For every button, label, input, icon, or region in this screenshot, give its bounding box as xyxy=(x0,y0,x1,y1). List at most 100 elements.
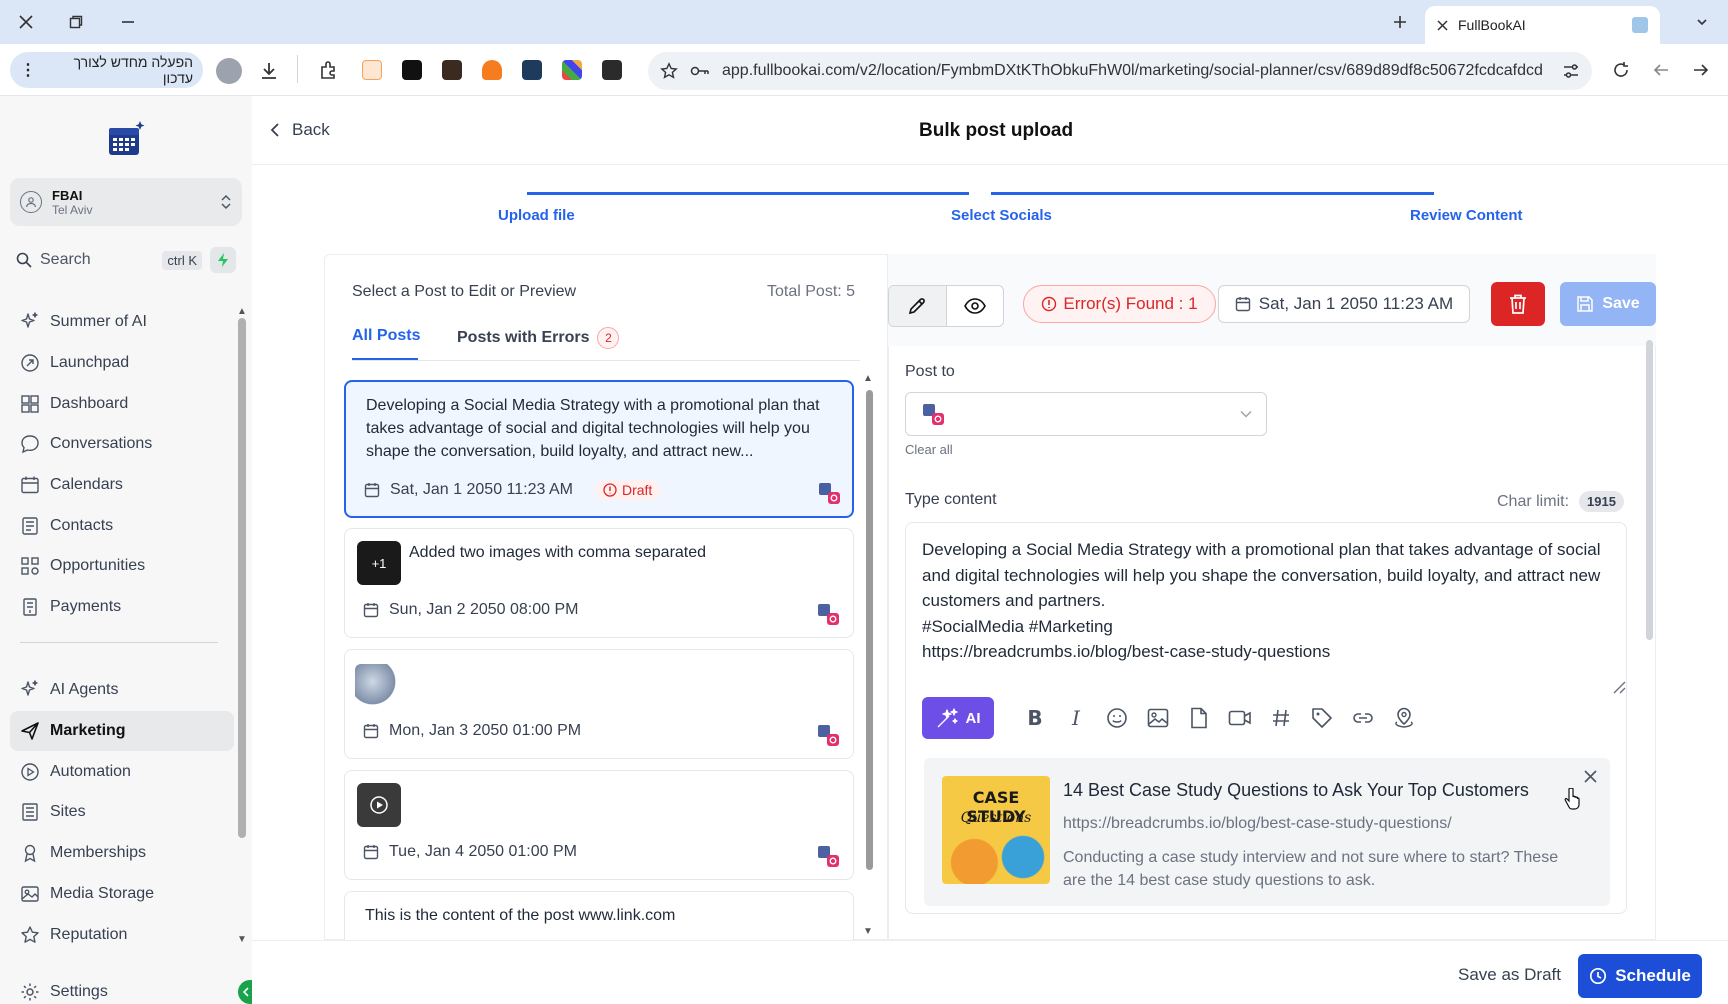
extension-6-icon[interactable] xyxy=(562,60,582,80)
tab-posts-with-errors[interactable]: Posts with Errors 2 xyxy=(457,327,620,349)
tab-search-icon[interactable] xyxy=(1690,10,1714,34)
sidebar-item-label: Memberships xyxy=(50,844,147,861)
content-text[interactable]: Developing a Social Media Strategy with … xyxy=(922,537,1612,665)
sidebar-item-opportunities[interactable]: Opportunities xyxy=(10,546,234,586)
calendar-icon xyxy=(363,602,379,618)
browser-tab[interactable]: FullBookAI xyxy=(1425,6,1660,44)
sidebar-item-payments[interactable]: Payments xyxy=(10,587,234,627)
chevron-left-icon xyxy=(270,122,280,138)
sidebar-item-sites[interactable]: Sites xyxy=(10,792,234,832)
sidebar-item-label: Media Storage xyxy=(50,885,155,902)
extension-4-icon[interactable] xyxy=(482,60,502,80)
sidebar-item-ai-agents[interactable]: AI Agents xyxy=(10,670,234,710)
quick-action-bolt-icon[interactable] xyxy=(210,247,236,273)
list-scroll-down-icon[interactable]: ▼ xyxy=(863,926,873,937)
errors-found-pill[interactable]: Error(s) Found : 1 xyxy=(1023,285,1216,323)
sidebar-item-marketing[interactable]: Marketing xyxy=(10,711,234,751)
update-restart-button[interactable]: ⋮ הפעלה מחדש לצורך עדכון xyxy=(10,52,203,88)
downloads-icon[interactable] xyxy=(258,60,280,82)
post-item-2[interactable]: +1 Added two images with comma separated… xyxy=(344,528,854,638)
sidebar-item-media-storage[interactable]: Media Storage xyxy=(10,874,234,914)
preview-eye-icon[interactable] xyxy=(947,286,1004,326)
extension-2-icon[interactable] xyxy=(402,60,422,80)
emoji-icon[interactable] xyxy=(1105,706,1129,730)
payments-icon xyxy=(20,597,40,617)
post-item-1[interactable]: Developing a Social Media Strategy with … xyxy=(344,380,854,518)
tab-close-icon[interactable] xyxy=(1437,19,1448,31)
post-item-3[interactable]: Mon, Jan 3 2050 01:00 PM xyxy=(344,649,854,759)
hashtag-icon[interactable] xyxy=(1269,706,1293,730)
save-as-draft-button[interactable]: Save as Draft xyxy=(1458,965,1561,985)
forward-arrow-icon[interactable] xyxy=(1692,61,1710,79)
sidebar-item-launchpad[interactable]: Launchpad xyxy=(10,343,234,383)
editor-scrollbar[interactable] xyxy=(1646,340,1653,640)
extension-3-icon[interactable] xyxy=(442,60,462,80)
location-switcher[interactable]: FBAI Tel Aviv xyxy=(10,178,242,226)
sidebar-scroll-up-icon[interactable]: ▲ xyxy=(237,306,247,317)
contacts-icon xyxy=(20,516,40,536)
tab-all-posts[interactable]: All Posts xyxy=(352,327,420,345)
location-pin-icon[interactable] xyxy=(1392,706,1416,730)
char-limit-label: Char limit: xyxy=(1497,492,1570,510)
resize-handle-icon[interactable] xyxy=(1612,680,1626,694)
sidebar-item-settings[interactable]: Settings xyxy=(10,972,234,1004)
extension-7-icon[interactable] xyxy=(602,60,622,80)
sidebar-item-summer-of-ai[interactable]: Summer of AI xyxy=(10,302,234,342)
clear-all-link[interactable]: Clear all xyxy=(905,442,953,457)
step-select-socials[interactable]: Select Socials xyxy=(951,207,1052,224)
post-item-4[interactable]: Tue, Jan 4 2050 01:00 PM xyxy=(344,770,854,880)
minimize-window-icon[interactable] xyxy=(116,10,140,34)
extension-5-icon[interactable] xyxy=(522,60,542,80)
image-icon[interactable] xyxy=(1146,706,1170,730)
sidebar-item-memberships[interactable]: Memberships xyxy=(10,833,234,873)
tab-errors-label: Posts with Errors xyxy=(457,329,590,346)
close-window-icon[interactable] xyxy=(14,10,38,34)
sidebar-item-conversations[interactable]: Conversations xyxy=(10,424,234,464)
new-tab-icon[interactable] xyxy=(1388,10,1412,34)
edit-pencil-icon[interactable] xyxy=(889,286,947,326)
sidebar-item-dashboard[interactable]: Dashboard xyxy=(10,384,234,424)
sidebar-search[interactable]: Search ctrl K xyxy=(10,244,242,276)
sidebar-item-automation[interactable]: Automation xyxy=(10,752,234,792)
back-button[interactable]: Back xyxy=(270,120,330,140)
password-key-icon[interactable] xyxy=(690,63,710,79)
type-content-label: Type content xyxy=(905,491,997,508)
file-icon[interactable] xyxy=(1187,706,1211,730)
step-upload-file[interactable]: Upload file xyxy=(498,207,575,224)
post-video-thumbnail xyxy=(357,783,401,827)
sidebar-item-calendars[interactable]: Calendars xyxy=(10,465,234,505)
site-settings-icon[interactable] xyxy=(1562,62,1580,80)
sidebar-item-reputation[interactable]: Reputation xyxy=(10,915,234,955)
post-item-5[interactable]: This is the content of the post www.link… xyxy=(344,891,854,940)
italic-icon[interactable]: I xyxy=(1064,706,1088,730)
more-vertical-icon: ⋮ xyxy=(20,62,36,79)
bookmark-star-icon[interactable] xyxy=(660,62,678,80)
post-list-scrollbar[interactable] xyxy=(866,390,873,870)
extension-1-icon[interactable] xyxy=(362,60,382,80)
back-arrow-icon[interactable] xyxy=(1652,61,1670,79)
post-to-select[interactable] xyxy=(905,392,1267,436)
close-preview-icon[interactable] xyxy=(1584,770,1597,783)
sidebar-item-contacts[interactable]: Contacts xyxy=(10,506,234,546)
reload-icon[interactable] xyxy=(1612,61,1630,79)
ai-assist-button[interactable]: AI xyxy=(922,697,994,739)
schedule-date-picker[interactable]: Sat, Jan 1 2050 11:23 AM xyxy=(1218,285,1470,323)
tab-favicon-icon xyxy=(1632,17,1648,33)
link-preview-title[interactable]: 14 Best Case Study Questions to Ask Your… xyxy=(1063,780,1529,801)
sidebar-scrollbar[interactable] xyxy=(238,318,246,838)
list-scroll-up-icon[interactable]: ▲ xyxy=(863,373,873,384)
tag-icon[interactable] xyxy=(1310,706,1334,730)
sidebar-divider xyxy=(20,642,218,643)
sidebar-scroll-down-icon[interactable]: ▼ xyxy=(237,934,247,945)
delete-post-button[interactable] xyxy=(1491,282,1545,326)
link-icon[interactable] xyxy=(1351,706,1375,730)
restore-window-icon[interactable] xyxy=(64,10,88,34)
extensions-puzzle-icon[interactable] xyxy=(319,60,339,80)
address-bar[interactable]: app.fullbookai.com/v2/location/FymbmDXtK… xyxy=(648,52,1592,90)
save-button[interactable]: Save xyxy=(1560,282,1656,326)
profile-avatar[interactable] xyxy=(216,58,242,84)
schedule-button[interactable]: Schedule xyxy=(1578,954,1702,998)
step-review-content[interactable]: Review Content xyxy=(1410,207,1523,224)
video-icon[interactable] xyxy=(1228,706,1252,730)
bold-icon[interactable]: B xyxy=(1023,706,1047,730)
